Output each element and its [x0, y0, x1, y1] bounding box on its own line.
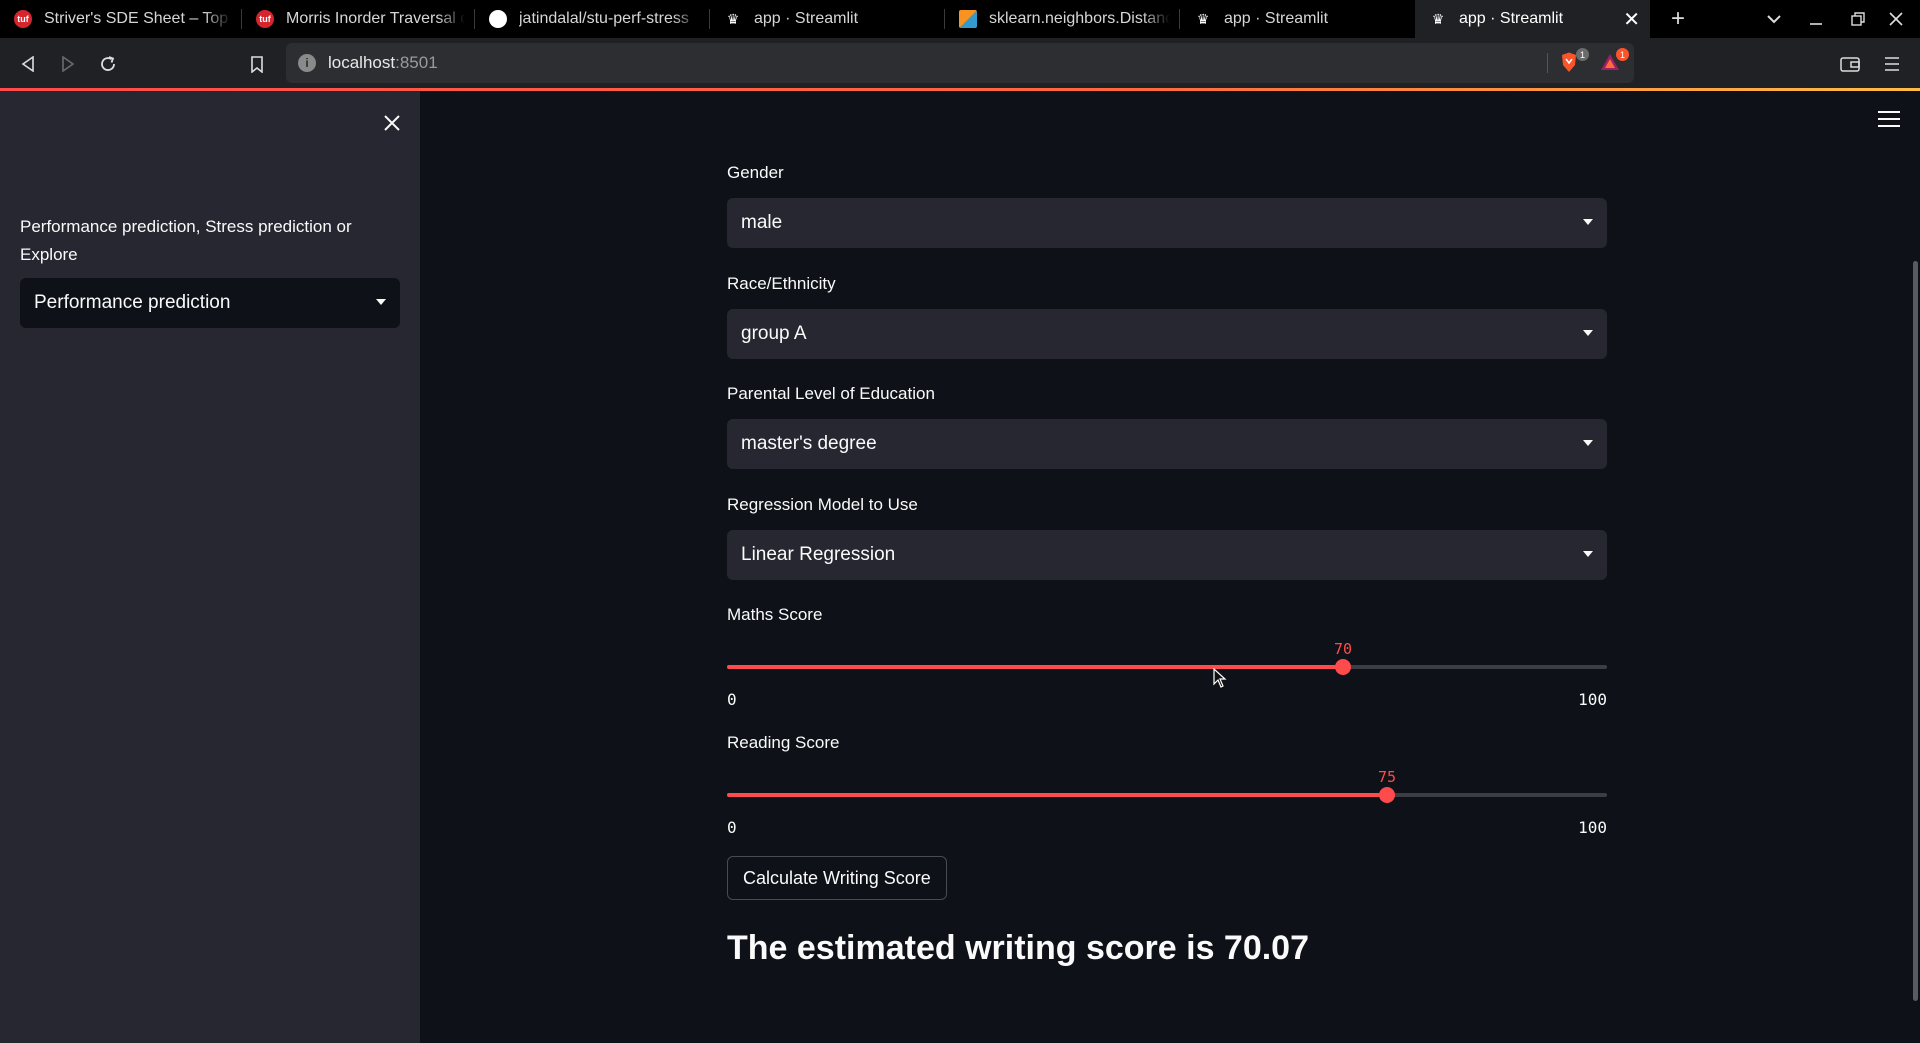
result-heading: The estimated writing score is 70.07 [727, 929, 1310, 967]
close-sidebar-icon[interactable] [378, 109, 406, 137]
chevron-down-icon [1583, 330, 1593, 336]
site-info-icon[interactable]: i [298, 54, 316, 72]
slider-thumb[interactable] [1335, 659, 1351, 675]
slider-fill [727, 793, 1387, 797]
streamlit-logo-icon: ♛ [726, 10, 740, 27]
sklearn-logo-icon [959, 10, 977, 28]
back-arrow-icon[interactable] [14, 50, 42, 78]
forward-arrow-icon[interactable] [54, 50, 82, 78]
app-menu-icon[interactable] [1878, 111, 1900, 127]
streamlit-logo-icon: ♛ [1431, 10, 1445, 27]
brave-shield-count: 1 [1576, 48, 1589, 61]
browser-menu-icon[interactable] [1878, 50, 1906, 78]
tab-title: app · Streamlit [1224, 10, 1329, 27]
address-bar[interactable]: i localhost :8501 1 1 [286, 43, 1634, 83]
slider-max: 100 [1578, 690, 1607, 709]
streamlit-logo-icon: ♛ [1196, 10, 1210, 27]
browser-tab[interactable]: jatindalal/stu-perf-stress [475, 0, 710, 38]
gender-select[interactable]: male [727, 198, 1607, 248]
browser-tab[interactable]: sklearn.neighbors.Distance [945, 0, 1180, 38]
tuf-logo-icon: tuf [14, 10, 32, 28]
mode-select-value: Performance prediction [34, 292, 231, 313]
browser-tab[interactable]: tuf Striver's SDE Sheet – Top [0, 0, 242, 38]
model-select-value: Linear Regression [741, 544, 896, 565]
slider-min: 0 [727, 818, 737, 837]
tab-title: Morris Inorder Traversal of [286, 10, 465, 27]
tab-title: jatindalal/stu-perf-stress [519, 10, 689, 27]
restore-window-icon[interactable] [1844, 6, 1872, 32]
tuf-logo-icon: tuf [256, 10, 274, 28]
chevron-down-icon [1583, 551, 1593, 557]
tab-title: app · Streamlit [754, 10, 859, 27]
education-select-value: master's degree [741, 433, 877, 454]
slider-value: 75 [1377, 768, 1397, 786]
model-select[interactable]: Linear Regression [727, 530, 1607, 580]
new-tab-button[interactable]: + [1664, 5, 1692, 32]
race-select-value: group A [741, 323, 807, 344]
browser-tab-active[interactable]: ♛ app · Streamlit ✕ [1415, 0, 1650, 38]
slider-min: 0 [727, 690, 737, 709]
reload-icon[interactable] [94, 50, 122, 78]
slider-value: 70 [1333, 640, 1353, 658]
close-tab-icon[interactable]: ✕ [1623, 7, 1640, 32]
chevron-down-icon [1583, 219, 1593, 225]
model-label: Regression Model to Use [727, 495, 918, 514]
tab-search-chevron-icon[interactable] [1760, 6, 1788, 32]
browser-toolbar: i localhost :8501 1 1 [0, 38, 1920, 90]
gender-select-value: male [741, 212, 783, 233]
close-window-icon[interactable] [1882, 6, 1910, 32]
education-label: Parental Level of Education [727, 384, 935, 403]
bookmark-icon[interactable] [243, 50, 271, 78]
browser-tab[interactable]: ♛ app · Streamlit [710, 0, 945, 38]
main-content: Gender male Race/Ethnicity group A Paren… [420, 91, 1920, 1043]
calculate-writing-score-button[interactable]: Calculate Writing Score [727, 856, 947, 900]
tab-title: app · Streamlit [1459, 10, 1564, 27]
tab-title: sklearn.neighbors.Distance [989, 10, 1170, 27]
sidebar: Performance prediction, Stress predictio… [0, 91, 420, 1043]
mouse-cursor-icon [1213, 668, 1227, 688]
github-logo-icon [489, 10, 507, 28]
slider-thumb[interactable] [1379, 787, 1395, 803]
mode-select-label: Performance prediction, Stress predictio… [20, 217, 352, 264]
browser-tab[interactable]: ♛ app · Streamlit [1180, 0, 1415, 38]
race-select[interactable]: group A [727, 309, 1607, 359]
reading-score-slider[interactable]: 75 0 100 [727, 742, 1607, 837]
brave-rewards-count: 1 [1616, 48, 1629, 61]
scrollbar[interactable] [1910, 261, 1920, 1001]
maths-score-slider[interactable]: 70 0 100 [727, 614, 1607, 709]
browser-tab-strip: tuf Striver's SDE Sheet – Top tuf Morris… [0, 0, 1920, 38]
minimize-window-icon[interactable] [1802, 6, 1830, 32]
gender-label: Gender [727, 163, 784, 182]
chevron-down-icon [1583, 440, 1593, 446]
browser-tab[interactable]: tuf Morris Inorder Traversal of [242, 0, 475, 38]
url-host: localhost [328, 53, 396, 72]
scrollbar-thumb[interactable] [1913, 261, 1918, 1001]
url-port: :8501 [395, 53, 438, 72]
slider-max: 100 [1578, 818, 1607, 837]
race-label: Race/Ethnicity [727, 274, 836, 293]
wallet-icon[interactable] [1836, 50, 1864, 78]
mode-select[interactable]: Performance prediction [20, 278, 400, 328]
education-select[interactable]: master's degree [727, 419, 1607, 469]
tab-title: Striver's SDE Sheet – Top [44, 10, 229, 27]
slider-fill [727, 665, 1343, 669]
chevron-down-icon [376, 299, 386, 305]
